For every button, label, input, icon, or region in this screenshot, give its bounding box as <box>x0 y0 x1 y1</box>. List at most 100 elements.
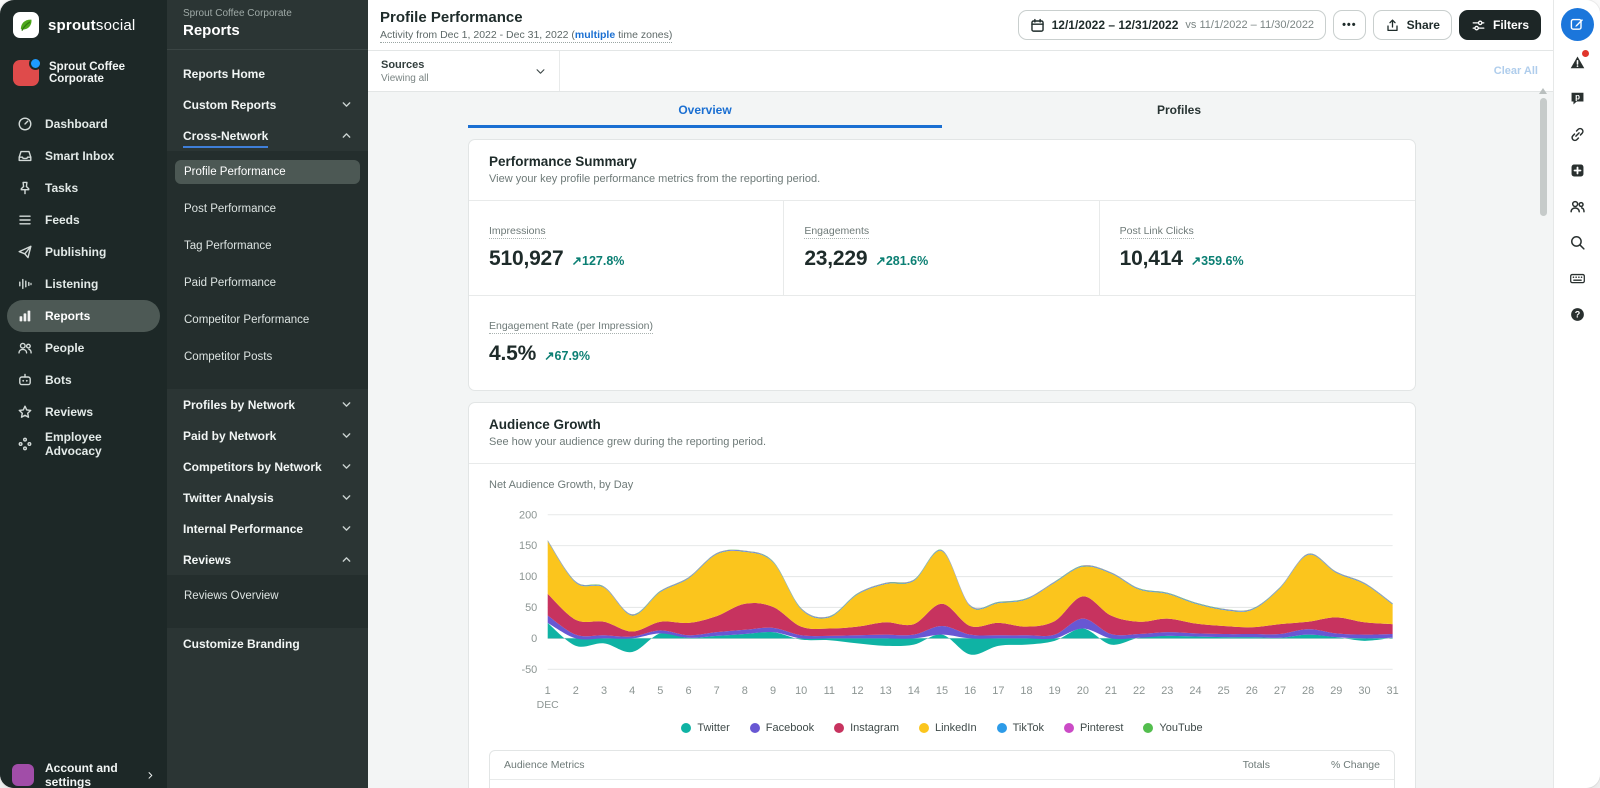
reports-nav-competitors-by-network[interactable]: Competitors by Network <box>167 451 368 482</box>
chevron-icon <box>341 638 352 649</box>
metric-label[interactable]: Post Link Clicks <box>1120 225 1194 239</box>
metric-label[interactable]: Engagements <box>804 225 869 239</box>
svg-text:28: 28 <box>1302 685 1314 697</box>
reports-sidebar-title: Reports <box>183 22 352 39</box>
timezones-link[interactable]: multiple <box>575 29 615 41</box>
clear-all-button[interactable]: Clear All <box>1494 65 1553 77</box>
reports-nav-reports-home[interactable]: Reports Home <box>167 58 368 89</box>
sidebar-item-label: Tasks <box>45 181 78 195</box>
sidebar-item-bot[interactable]: Bots <box>7 364 160 396</box>
svg-text:150: 150 <box>519 540 537 552</box>
svg-text:24: 24 <box>1189 685 1201 697</box>
reports-sidebar: Sprout Coffee Corporate Reports Reports … <box>167 0 368 788</box>
metric-change: ↗67.9% <box>544 348 590 363</box>
svg-text:-50: -50 <box>521 664 537 676</box>
rail-button-keyboard[interactable] <box>1560 260 1594 296</box>
sidebar-item-plane[interactable]: Publishing <box>7 236 160 268</box>
metric-value: 510,927 <box>489 247 564 271</box>
performance-summary-subtitle: View your key profile performance metric… <box>489 173 1395 185</box>
bot-icon <box>17 372 33 388</box>
legend-label: Instagram <box>850 722 899 734</box>
legend-pinterest[interactable]: Pinterest <box>1064 722 1123 734</box>
sidebar-item-pin[interactable]: Tasks <box>7 172 160 204</box>
sidebar-item-people[interactable]: People <box>7 332 160 364</box>
rail-button-people[interactable] <box>1560 188 1594 224</box>
sidebar-item-inbox[interactable]: Smart Inbox <box>7 140 160 172</box>
legend-linkedin[interactable]: LinkedIn <box>919 722 977 734</box>
reports-nav-post-performance[interactable]: Post Performance <box>167 196 368 233</box>
sources-label: Sources <box>381 59 429 71</box>
reports-nav-customize-branding[interactable]: Customize Branding <box>167 628 368 659</box>
rail-button-search[interactable] <box>1560 224 1594 260</box>
svg-text:3: 3 <box>601 685 607 697</box>
legend-youtube[interactable]: YouTube <box>1143 722 1202 734</box>
workspace-switcher[interactable]: Sprout Coffee Corporate <box>0 48 167 102</box>
sidebar-item-listening[interactable]: Listening <box>7 268 160 300</box>
rail-button-chat[interactable]: p <box>1560 80 1594 116</box>
svg-text:100: 100 <box>519 571 537 583</box>
reports-nav-internal-performance[interactable]: Internal Performance <box>167 513 368 544</box>
scrollbar-thumb[interactable] <box>1540 98 1547 216</box>
svg-text:19: 19 <box>1049 685 1061 697</box>
workspace-avatar <box>13 60 39 86</box>
rail-button-link[interactable] <box>1560 116 1594 152</box>
metric-label[interactable]: Engagement Rate (per Impression) <box>489 320 653 334</box>
date-range-button[interactable]: 12/1/2022 – 12/31/2022 vs 11/1/2022 – 11… <box>1018 10 1326 40</box>
legend-swatch <box>681 723 691 733</box>
content-scrollbar[interactable] <box>1539 88 1547 216</box>
legend-twitter[interactable]: Twitter <box>681 722 729 734</box>
reports-nav-label: Paid Performance <box>184 277 276 289</box>
reports-nav-cross-network[interactable]: Cross-Network <box>167 120 368 151</box>
tab-overview[interactable]: Overview <box>468 94 942 128</box>
legend-label: Twitter <box>697 722 729 734</box>
reports-nav-competitor-posts[interactable]: Competitor Posts <box>167 344 368 389</box>
brand-logo[interactable]: sproutsocial <box>0 0 167 48</box>
table-row-total-audience: Total Audience 351,869 ↗0.7% <box>490 779 1394 788</box>
chevron-icon <box>175 608 186 619</box>
reports-nav-label: Cross-Network <box>183 129 268 148</box>
account-and-settings[interactable]: Account and settings <box>0 753 167 788</box>
col-change: % Change <box>1270 759 1380 771</box>
sidebar-item-star[interactable]: Reviews <box>7 396 160 428</box>
chevron-down-icon <box>341 523 352 534</box>
rail-button-plus[interactable] <box>1560 152 1594 188</box>
sources-dropdown[interactable]: Sources Viewing all <box>368 51 560 91</box>
reports-nav-reviews[interactable]: Reviews <box>167 544 368 575</box>
metric-post-link-clicks: Post Link Clicks 10,414 ↗359.6% <box>1100 201 1415 295</box>
reports-nav-custom-reports[interactable]: Custom Reports <box>167 89 368 120</box>
reports-nav-reviews-overview[interactable]: Reviews Overview <box>167 575 368 628</box>
svg-text:20: 20 <box>1077 685 1089 697</box>
rail-button-help[interactable]: ? <box>1560 296 1594 332</box>
reports-nav-tag-performance[interactable]: Tag Performance <box>167 233 368 270</box>
more-actions-button[interactable]: ••• <box>1333 10 1366 40</box>
metric-label[interactable]: Impressions <box>489 225 546 239</box>
sources-value: Viewing all <box>381 73 429 84</box>
reports-nav-profiles-by-network[interactable]: Profiles by Network <box>167 389 368 420</box>
rail-button-alert[interactable] <box>1560 44 1594 80</box>
legend-tiktok[interactable]: TikTok <box>997 722 1044 734</box>
rail-button-compose[interactable] <box>1560 4 1594 44</box>
metric-change: ↗127.8% <box>572 253 625 268</box>
sprout-leaf-icon <box>13 12 39 38</box>
reports-nav-label: Customize Branding <box>183 637 300 651</box>
legend-facebook[interactable]: Facebook <box>750 722 814 734</box>
reports-nav-competitor-performance[interactable]: Competitor Performance <box>167 307 368 344</box>
performance-summary-title: Performance Summary <box>489 154 1395 169</box>
reports-nav-twitter-analysis[interactable]: Twitter Analysis <box>167 482 368 513</box>
tab-profiles[interactable]: Profiles <box>942 94 1416 128</box>
filters-icon <box>1471 18 1486 33</box>
reports-nav-paid-by-network[interactable]: Paid by Network <box>167 420 368 451</box>
chevron-icon <box>175 184 186 195</box>
filters-button[interactable]: Filters <box>1459 10 1541 40</box>
sidebar-item-feeds[interactable]: Feeds <box>7 204 160 236</box>
sidebar-item-advocacy[interactable]: Employee Advocacy <box>7 428 160 460</box>
sidebar-item-dashboard[interactable]: Dashboard <box>7 108 160 140</box>
legend-instagram[interactable]: Instagram <box>834 722 899 734</box>
share-button[interactable]: Share <box>1373 10 1452 40</box>
reports-nav-profile-performance[interactable]: Profile Performance <box>167 151 368 196</box>
advocacy-icon <box>17 436 33 452</box>
sidebar-item-reports[interactable]: Reports <box>7 300 160 332</box>
legend-swatch <box>1143 723 1153 733</box>
scroll-up-arrow[interactable] <box>1539 88 1547 94</box>
reports-nav-paid-performance[interactable]: Paid Performance <box>167 270 368 307</box>
